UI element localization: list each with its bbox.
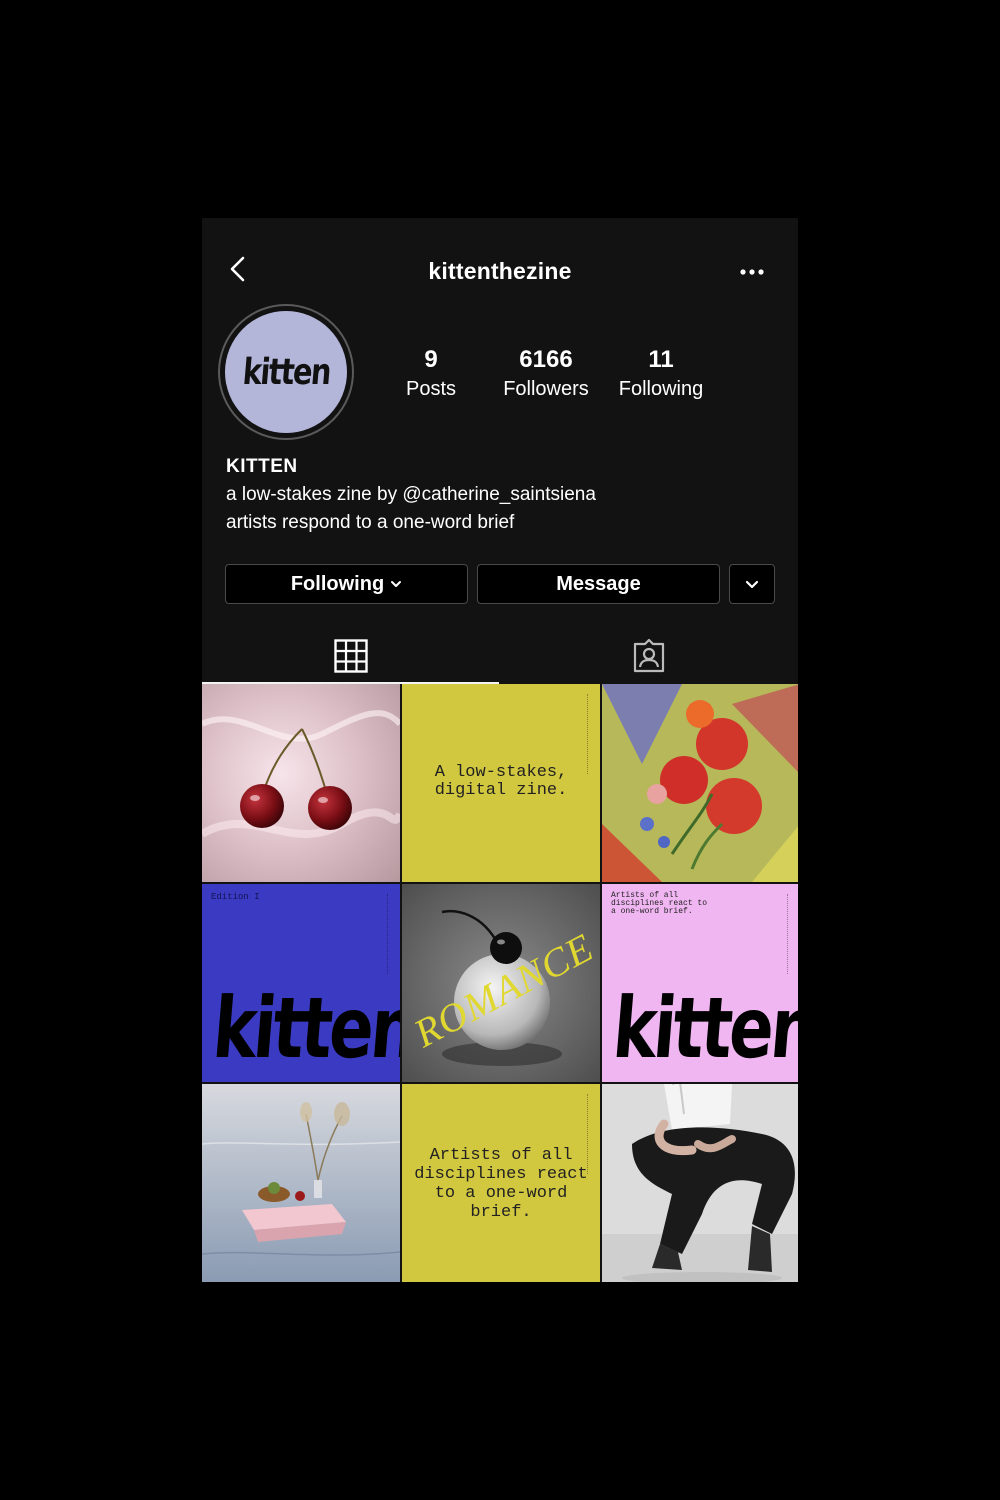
tab-posts-grid[interactable] [202, 628, 500, 684]
profile-tabs [202, 628, 798, 684]
following-label: Following [618, 378, 704, 400]
cherries-image [202, 684, 400, 882]
kitten-wordmark: kitten [609, 979, 798, 1077]
post-flowers[interactable] [602, 684, 798, 882]
side-caption [787, 894, 794, 974]
tab-tagged[interactable] [500, 628, 798, 684]
message-button-label: Message [556, 572, 641, 595]
followers-label: Followers [503, 378, 589, 400]
profile-screen: kittenthezine kitten 9 Posts 6166 Follow… [202, 218, 798, 1282]
stat-following[interactable]: 11 Following [610, 346, 712, 401]
stat-posts[interactable]: 9 Posts [390, 346, 472, 401]
grid-icon [334, 639, 368, 673]
post-floating-picnic[interactable] [202, 1084, 400, 1282]
flowers-image [602, 684, 798, 882]
picnic-water-image [202, 1084, 400, 1282]
chevron-down-icon [391, 581, 402, 587]
following-button[interactable]: Following [225, 564, 468, 604]
profile-bio: KITTEN a low-stakes zine by @catherine_s… [226, 456, 786, 534]
following-button-label: Following [290, 572, 385, 595]
top-bar: kittenthezine [202, 218, 798, 318]
side-caption [387, 894, 394, 974]
posts-count: 9 [424, 346, 438, 373]
side-caption [587, 1094, 594, 1174]
post-edition-one[interactable]: Edition I kitten [202, 884, 400, 1082]
following-count: 11 [648, 346, 674, 373]
post-pink-kitten[interactable]: Artists of all disciplines react to a on… [602, 884, 798, 1082]
posts-label: Posts [405, 378, 457, 400]
tagged-person-icon [633, 638, 665, 673]
profile-display-name: KITTEN [226, 456, 298, 477]
bio-line-1: a low-stakes zine by @catherine_saintsie… [226, 484, 596, 505]
post-romance[interactable]: ROMANCE [402, 884, 600, 1082]
figure-photo-image [602, 1084, 798, 1282]
post-text: Artists of all disciplines react to a on… [414, 1146, 588, 1222]
followers-count: 6166 [519, 346, 573, 373]
post-text: A low-stakes, digital zine. [434, 763, 568, 800]
edition-label: Edition I [211, 892, 260, 902]
suggested-dropdown-button[interactable] [729, 564, 775, 604]
bio-line-2: artists respond to a one-word brief [226, 512, 515, 533]
side-caption [587, 694, 594, 774]
post-crouching-figure[interactable] [602, 1084, 798, 1282]
post-low-stakes-text[interactable]: A low-stakes, digital zine. [402, 684, 600, 882]
posts-grid: A low-stakes, digital zine. Edition I ki… [202, 684, 798, 1282]
message-button[interactable]: Message [477, 564, 720, 604]
avatar-logo-text: kitten [240, 351, 332, 393]
more-horizontal-icon[interactable] [738, 258, 766, 286]
kitten-wordmark: kitten [209, 979, 400, 1077]
avatar[interactable]: kitten [218, 304, 354, 440]
chevron-down-icon [745, 580, 759, 589]
avatar-image: kitten [225, 311, 347, 433]
stat-followers[interactable]: 6166 Followers [492, 346, 600, 401]
post-text: Artists of all disciplines react to a on… [611, 891, 708, 916]
post-cherries[interactable] [202, 684, 400, 882]
profile-username: kittenthezine [428, 258, 572, 284]
post-artists-text[interactable]: Artists of all disciplines react to a on… [402, 1084, 600, 1282]
